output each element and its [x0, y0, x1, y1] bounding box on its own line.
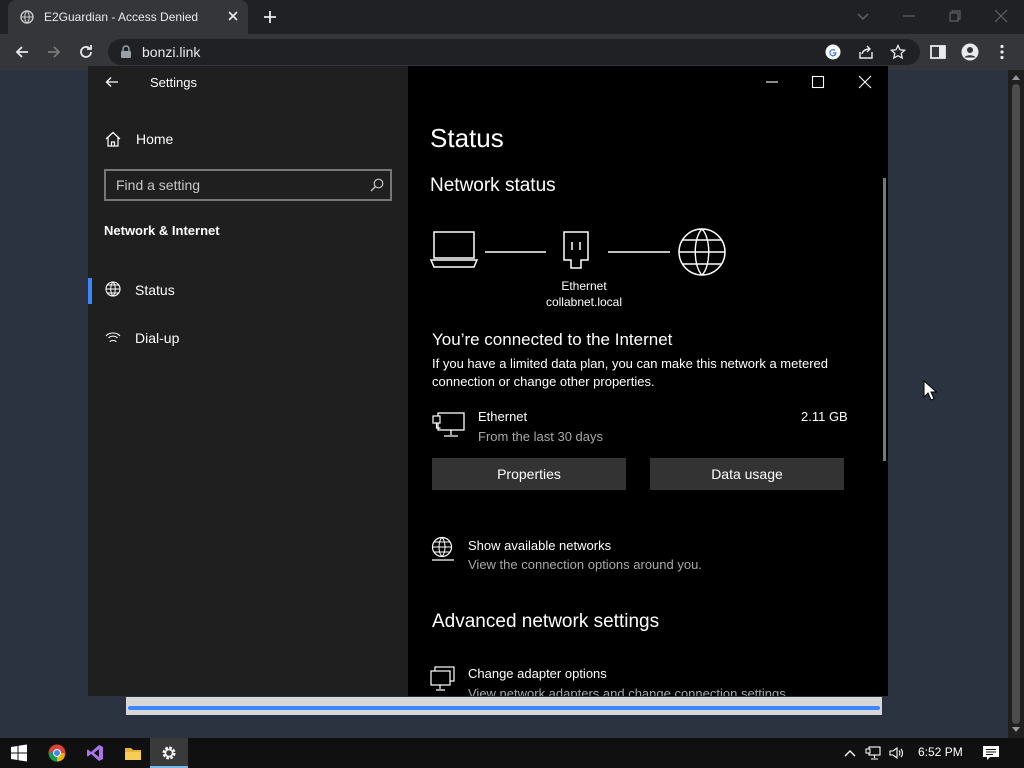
- dialup-icon: [105, 332, 121, 343]
- start-button[interactable]: [0, 738, 38, 768]
- change-adapter-options-link[interactable]: Change adapter options: [468, 666, 607, 681]
- network-tray-icon[interactable]: [865, 745, 881, 761]
- address-url: bonzi.link: [142, 44, 201, 60]
- adapter-name: Ethernet: [478, 409, 528, 424]
- nav-item-label: Dial-up: [135, 330, 180, 346]
- notification-center-icon[interactable]: [982, 745, 1000, 761]
- connection-status-text: You’re connected to the Internet: [432, 330, 673, 349]
- visual-studio-icon: [87, 745, 103, 761]
- mouse-cursor-icon: [923, 380, 937, 401]
- advanced-settings-heading: Advanced network settings: [432, 611, 660, 632]
- change-adapter-icon[interactable]: [430, 666, 456, 692]
- taskbar-file-explorer[interactable]: [114, 738, 152, 768]
- taskbar-clock[interactable]: 6:52 PM: [918, 745, 963, 759]
- content-scrollbar-thumb[interactable]: [883, 178, 886, 461]
- adapter-period: From the last 30 days: [478, 429, 603, 444]
- window-minimize-icon[interactable]: [764, 74, 780, 90]
- new-tab-icon[interactable]: [262, 9, 278, 25]
- show-available-networks-link[interactable]: Show available networks: [468, 538, 611, 553]
- tab-title: E2Guardian - Access Denied: [44, 10, 199, 24]
- browser-restore-icon[interactable]: [947, 8, 963, 24]
- chrome-icon: [48, 744, 66, 762]
- settings-content-pane: Status Network status Ethernet collabnet…: [408, 66, 888, 696]
- volume-icon[interactable]: [888, 745, 904, 761]
- scroll-down-icon[interactable]: [1012, 727, 1020, 733]
- ethernet-adapter-icon: [432, 412, 465, 437]
- tab-search-chevron-icon[interactable]: [855, 8, 871, 24]
- available-networks-description: View the connection options around you.: [468, 557, 702, 572]
- browser-tab-strip: E2Guardian - Access Denied: [0, 0, 1024, 34]
- address-bar[interactable]: bonzi.link: [108, 39, 920, 65]
- back-arrow-icon[interactable]: [13, 43, 31, 61]
- profile-icon[interactable]: [961, 43, 979, 61]
- home-icon: [105, 131, 121, 147]
- tab-close-icon[interactable]: [226, 9, 240, 23]
- tray-chevron-up-icon[interactable]: [843, 747, 857, 759]
- taskbar: 6:52 PM: [0, 738, 1024, 768]
- page-scrollbar[interactable]: [1008, 70, 1024, 738]
- google-icon[interactable]: [825, 44, 841, 60]
- settings-app-title: Settings: [150, 75, 197, 90]
- settings-back-icon[interactable]: [104, 74, 120, 90]
- browser-close-icon[interactable]: [993, 8, 1009, 24]
- bookmark-star-icon[interactable]: [890, 44, 906, 60]
- settings-search-box[interactable]: [104, 169, 392, 201]
- nav-item-dial-up[interactable]: Dial-up: [88, 318, 408, 358]
- available-networks-icon[interactable]: [430, 536, 456, 564]
- page-title: Status: [430, 123, 504, 153]
- window-close-icon[interactable]: [857, 74, 873, 90]
- adapter-data-usage: 2.11 GB: [801, 409, 848, 424]
- change-adapter-description: View network adapters and change connect…: [468, 686, 790, 696]
- progress-fill: [128, 706, 880, 710]
- gear-icon: [162, 746, 176, 760]
- browser-toolbar: bonzi.link: [0, 34, 1024, 70]
- nav-home[interactable]: Home: [104, 128, 394, 152]
- forward-arrow-icon[interactable]: [45, 43, 63, 61]
- settings-search-input[interactable]: [116, 176, 356, 194]
- folder-icon: [125, 748, 141, 760]
- section-title: Network & Internet: [104, 223, 220, 238]
- windows-logo-icon: [11, 744, 27, 762]
- properties-button[interactable]: Properties: [432, 458, 626, 490]
- diagram-domain: collabnet.local: [545, 295, 623, 309]
- nav-item-label: Status: [135, 282, 175, 298]
- side-panel-icon[interactable]: [929, 43, 947, 61]
- scroll-up-icon[interactable]: [1012, 74, 1020, 80]
- network-status-heading: Network status: [430, 175, 556, 196]
- internet-globe-icon: [678, 228, 726, 276]
- globe-icon: [105, 281, 121, 297]
- taskbar-chrome[interactable]: [38, 738, 76, 768]
- browser-minimize-icon[interactable]: [901, 8, 917, 24]
- search-icon[interactable]: [370, 178, 384, 192]
- taskbar-settings[interactable]: [150, 738, 188, 768]
- progress-bar: [126, 697, 882, 715]
- data-usage-button[interactable]: Data usage: [650, 458, 844, 490]
- reload-icon[interactable]: [77, 43, 95, 61]
- browser-menu-icon[interactable]: [993, 43, 1011, 61]
- network-diagram: [430, 228, 726, 276]
- selected-indicator: [88, 278, 92, 304]
- taskbar-visual-studio[interactable]: [76, 738, 114, 768]
- diagram-adapter-name: Ethernet: [561, 279, 607, 293]
- browser-tab[interactable]: E2Guardian - Access Denied: [8, 0, 248, 34]
- connection-description: If you have a limited data plan, you can…: [432, 356, 828, 389]
- nav-item-status[interactable]: Status: [88, 270, 408, 310]
- window-maximize-icon[interactable]: [810, 74, 826, 90]
- share-icon[interactable]: [858, 44, 874, 60]
- globe-favicon-icon: [20, 10, 34, 24]
- settings-nav-pane: Settings Home Network & Internet Status: [88, 66, 408, 696]
- laptop-icon: [430, 231, 479, 268]
- ethernet-port-icon: [563, 231, 589, 269]
- nav-home-label: Home: [136, 131, 174, 147]
- lock-icon[interactable]: [120, 45, 132, 59]
- scrollbar-thumb[interactable]: [1012, 84, 1020, 724]
- settings-window: Settings Home Network & Internet Status: [88, 66, 888, 696]
